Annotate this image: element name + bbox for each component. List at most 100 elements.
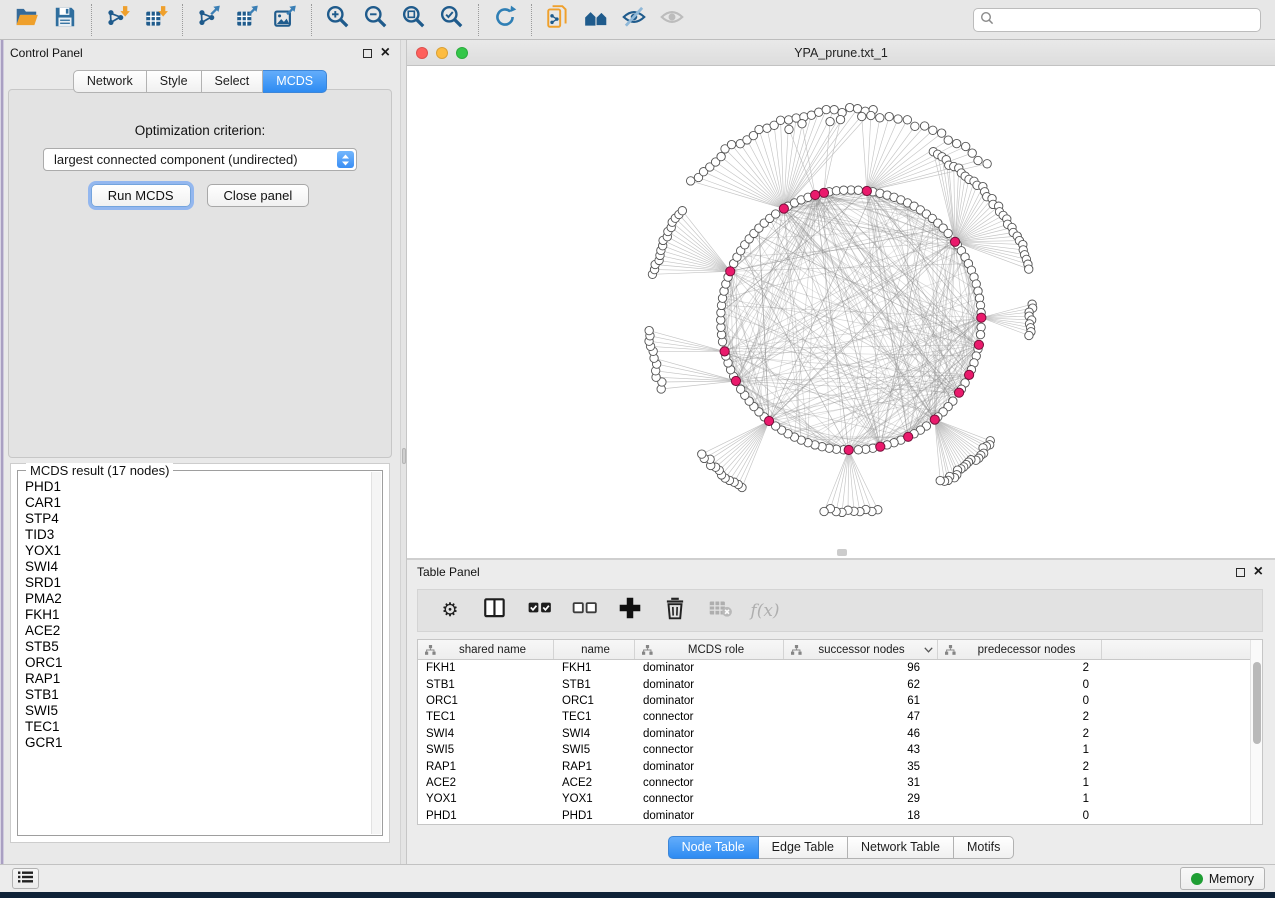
network-node[interactable]	[755, 125, 763, 133]
network-node[interactable]	[974, 156, 982, 164]
cell-successor-nodes[interactable]: 47	[784, 711, 938, 723]
network-node[interactable]	[894, 115, 902, 123]
cell-shared-name[interactable]: YOX1	[418, 793, 554, 805]
mcds-hub-node[interactable]	[950, 237, 959, 246]
network-node[interactable]	[968, 149, 976, 157]
table-row[interactable]: FKH1FKH1dominator962	[418, 660, 1250, 676]
network-node[interactable]	[820, 507, 828, 515]
mcds-hub-node[interactable]	[811, 190, 820, 199]
cell-shared-name[interactable]: FKH1	[418, 662, 554, 674]
network-node[interactable]	[929, 126, 937, 134]
cell-predecessor-nodes[interactable]: 2	[938, 711, 1102, 723]
table-row[interactable]: SWI4SWI4dominator462	[418, 726, 1250, 742]
table-row[interactable]: PHD1PHD1dominator180	[418, 808, 1250, 824]
cell-name[interactable]: ORC1	[554, 695, 635, 707]
open-file-button[interactable]	[8, 3, 46, 37]
cell-MCDS-role[interactable]: connector	[635, 777, 784, 789]
mcds-result-item[interactable]: TID3	[25, 527, 382, 543]
canvas-scroll-handle[interactable]	[837, 549, 847, 556]
cell-MCDS-role[interactable]: dominator	[635, 679, 784, 691]
import-network-button[interactable]	[99, 3, 137, 37]
network-node[interactable]	[826, 117, 834, 125]
network-node[interactable]	[717, 152, 725, 160]
cell-name[interactable]: ACE2	[554, 777, 635, 789]
column-header-predecessor-nodes[interactable]: predecessor nodes	[938, 640, 1102, 659]
cell-name[interactable]: YOX1	[554, 793, 635, 805]
network-node[interactable]	[944, 136, 952, 144]
tab-style[interactable]: Style	[147, 70, 202, 93]
mcds-hub-node[interactable]	[954, 388, 963, 397]
network-node[interactable]	[771, 210, 779, 218]
cell-successor-nodes[interactable]: 43	[784, 744, 938, 756]
cell-predecessor-nodes[interactable]: 1	[938, 793, 1102, 805]
network-node[interactable]	[944, 229, 952, 237]
mcds-hub-node[interactable]	[904, 432, 913, 441]
tab-edge-table[interactable]: Edge Table	[759, 836, 848, 859]
refresh-button[interactable]	[486, 3, 524, 37]
mcds-result-item[interactable]: YOX1	[25, 543, 382, 559]
mcds-hub-node[interactable]	[731, 376, 740, 385]
mcds-result-item[interactable]: STB5	[25, 639, 382, 655]
cell-shared-name[interactable]: PHD1	[418, 810, 554, 822]
tab-select[interactable]: Select	[202, 70, 264, 93]
cell-shared-name[interactable]: ACE2	[418, 777, 554, 789]
mcds-hub-node[interactable]	[977, 313, 986, 322]
table-row[interactable]: ORC1ORC1dominator610	[418, 693, 1250, 709]
cell-shared-name[interactable]: ORC1	[418, 695, 554, 707]
column-settings-button[interactable]: ⚙	[438, 599, 462, 623]
cell-MCDS-role[interactable]: connector	[635, 744, 784, 756]
cell-MCDS-role[interactable]: connector	[635, 711, 784, 723]
mcds-hub-node[interactable]	[779, 204, 788, 213]
mcds-result-item[interactable]: SWI4	[25, 559, 382, 575]
cell-successor-nodes[interactable]: 18	[784, 810, 938, 822]
cell-predecessor-nodes[interactable]: 1	[938, 777, 1102, 789]
network-node[interactable]	[903, 116, 911, 124]
cell-name[interactable]: RAP1	[554, 761, 635, 773]
save-session-button[interactable]	[46, 3, 84, 37]
network-node[interactable]	[798, 120, 806, 128]
network-node[interactable]	[854, 186, 862, 194]
cell-name[interactable]: TEC1	[554, 711, 635, 723]
column-header-shared-name[interactable]: shared name	[418, 640, 554, 659]
mcds-result-item[interactable]: STP4	[25, 511, 382, 527]
cell-MCDS-role[interactable]: connector	[635, 793, 784, 805]
delete-columns-button[interactable]	[663, 599, 687, 623]
cell-successor-nodes[interactable]: 62	[784, 679, 938, 691]
panel-splitter[interactable]	[400, 40, 407, 864]
table-row[interactable]: SWI5SWI5connector431	[418, 742, 1250, 758]
mcds-result-item[interactable]: STB1	[25, 687, 382, 703]
hide-graphics-details-button[interactable]	[615, 3, 653, 37]
network-node[interactable]	[822, 105, 830, 113]
mcds-result-item[interactable]: PMA2	[25, 591, 382, 607]
table-row[interactable]: TEC1TEC1connector472	[418, 709, 1250, 725]
network-node[interactable]	[858, 112, 866, 120]
float-panel-icon[interactable]	[363, 49, 372, 58]
mcds-result-item[interactable]: TEC1	[25, 719, 382, 735]
mcds-hub-node[interactable]	[862, 186, 871, 195]
float-table-panel-icon[interactable]	[1236, 568, 1245, 577]
mcds-hub-node[interactable]	[964, 370, 973, 379]
mcds-result-item[interactable]: SWI5	[25, 703, 382, 719]
cell-name[interactable]: PHD1	[554, 810, 635, 822]
memory-button[interactable]: Memory	[1180, 867, 1265, 890]
close-panel-button[interactable]: Close panel	[207, 184, 310, 207]
cell-successor-nodes[interactable]: 35	[784, 761, 938, 773]
network-node[interactable]	[686, 177, 694, 185]
network-node[interactable]	[836, 115, 844, 123]
cell-successor-nodes[interactable]: 46	[784, 728, 938, 740]
zoom-in-button[interactable]	[319, 3, 357, 37]
mcds-result-item[interactable]: SRD1	[25, 575, 382, 591]
cell-shared-name[interactable]: RAP1	[418, 761, 554, 773]
network-node[interactable]	[983, 160, 991, 168]
network-node[interactable]	[830, 106, 838, 114]
tab-node-table[interactable]: Node Table	[668, 836, 759, 859]
mcds-hub-node[interactable]	[974, 340, 983, 349]
network-node[interactable]	[952, 139, 960, 147]
export-table-button[interactable]	[228, 3, 266, 37]
network-node[interactable]	[936, 476, 944, 484]
mcds-hub-node[interactable]	[844, 445, 853, 454]
splitter-handle-icon[interactable]	[402, 448, 406, 464]
cell-predecessor-nodes[interactable]: 0	[938, 679, 1102, 691]
table-scrollbar[interactable]	[1250, 640, 1262, 824]
cell-successor-nodes[interactable]: 29	[784, 793, 938, 805]
